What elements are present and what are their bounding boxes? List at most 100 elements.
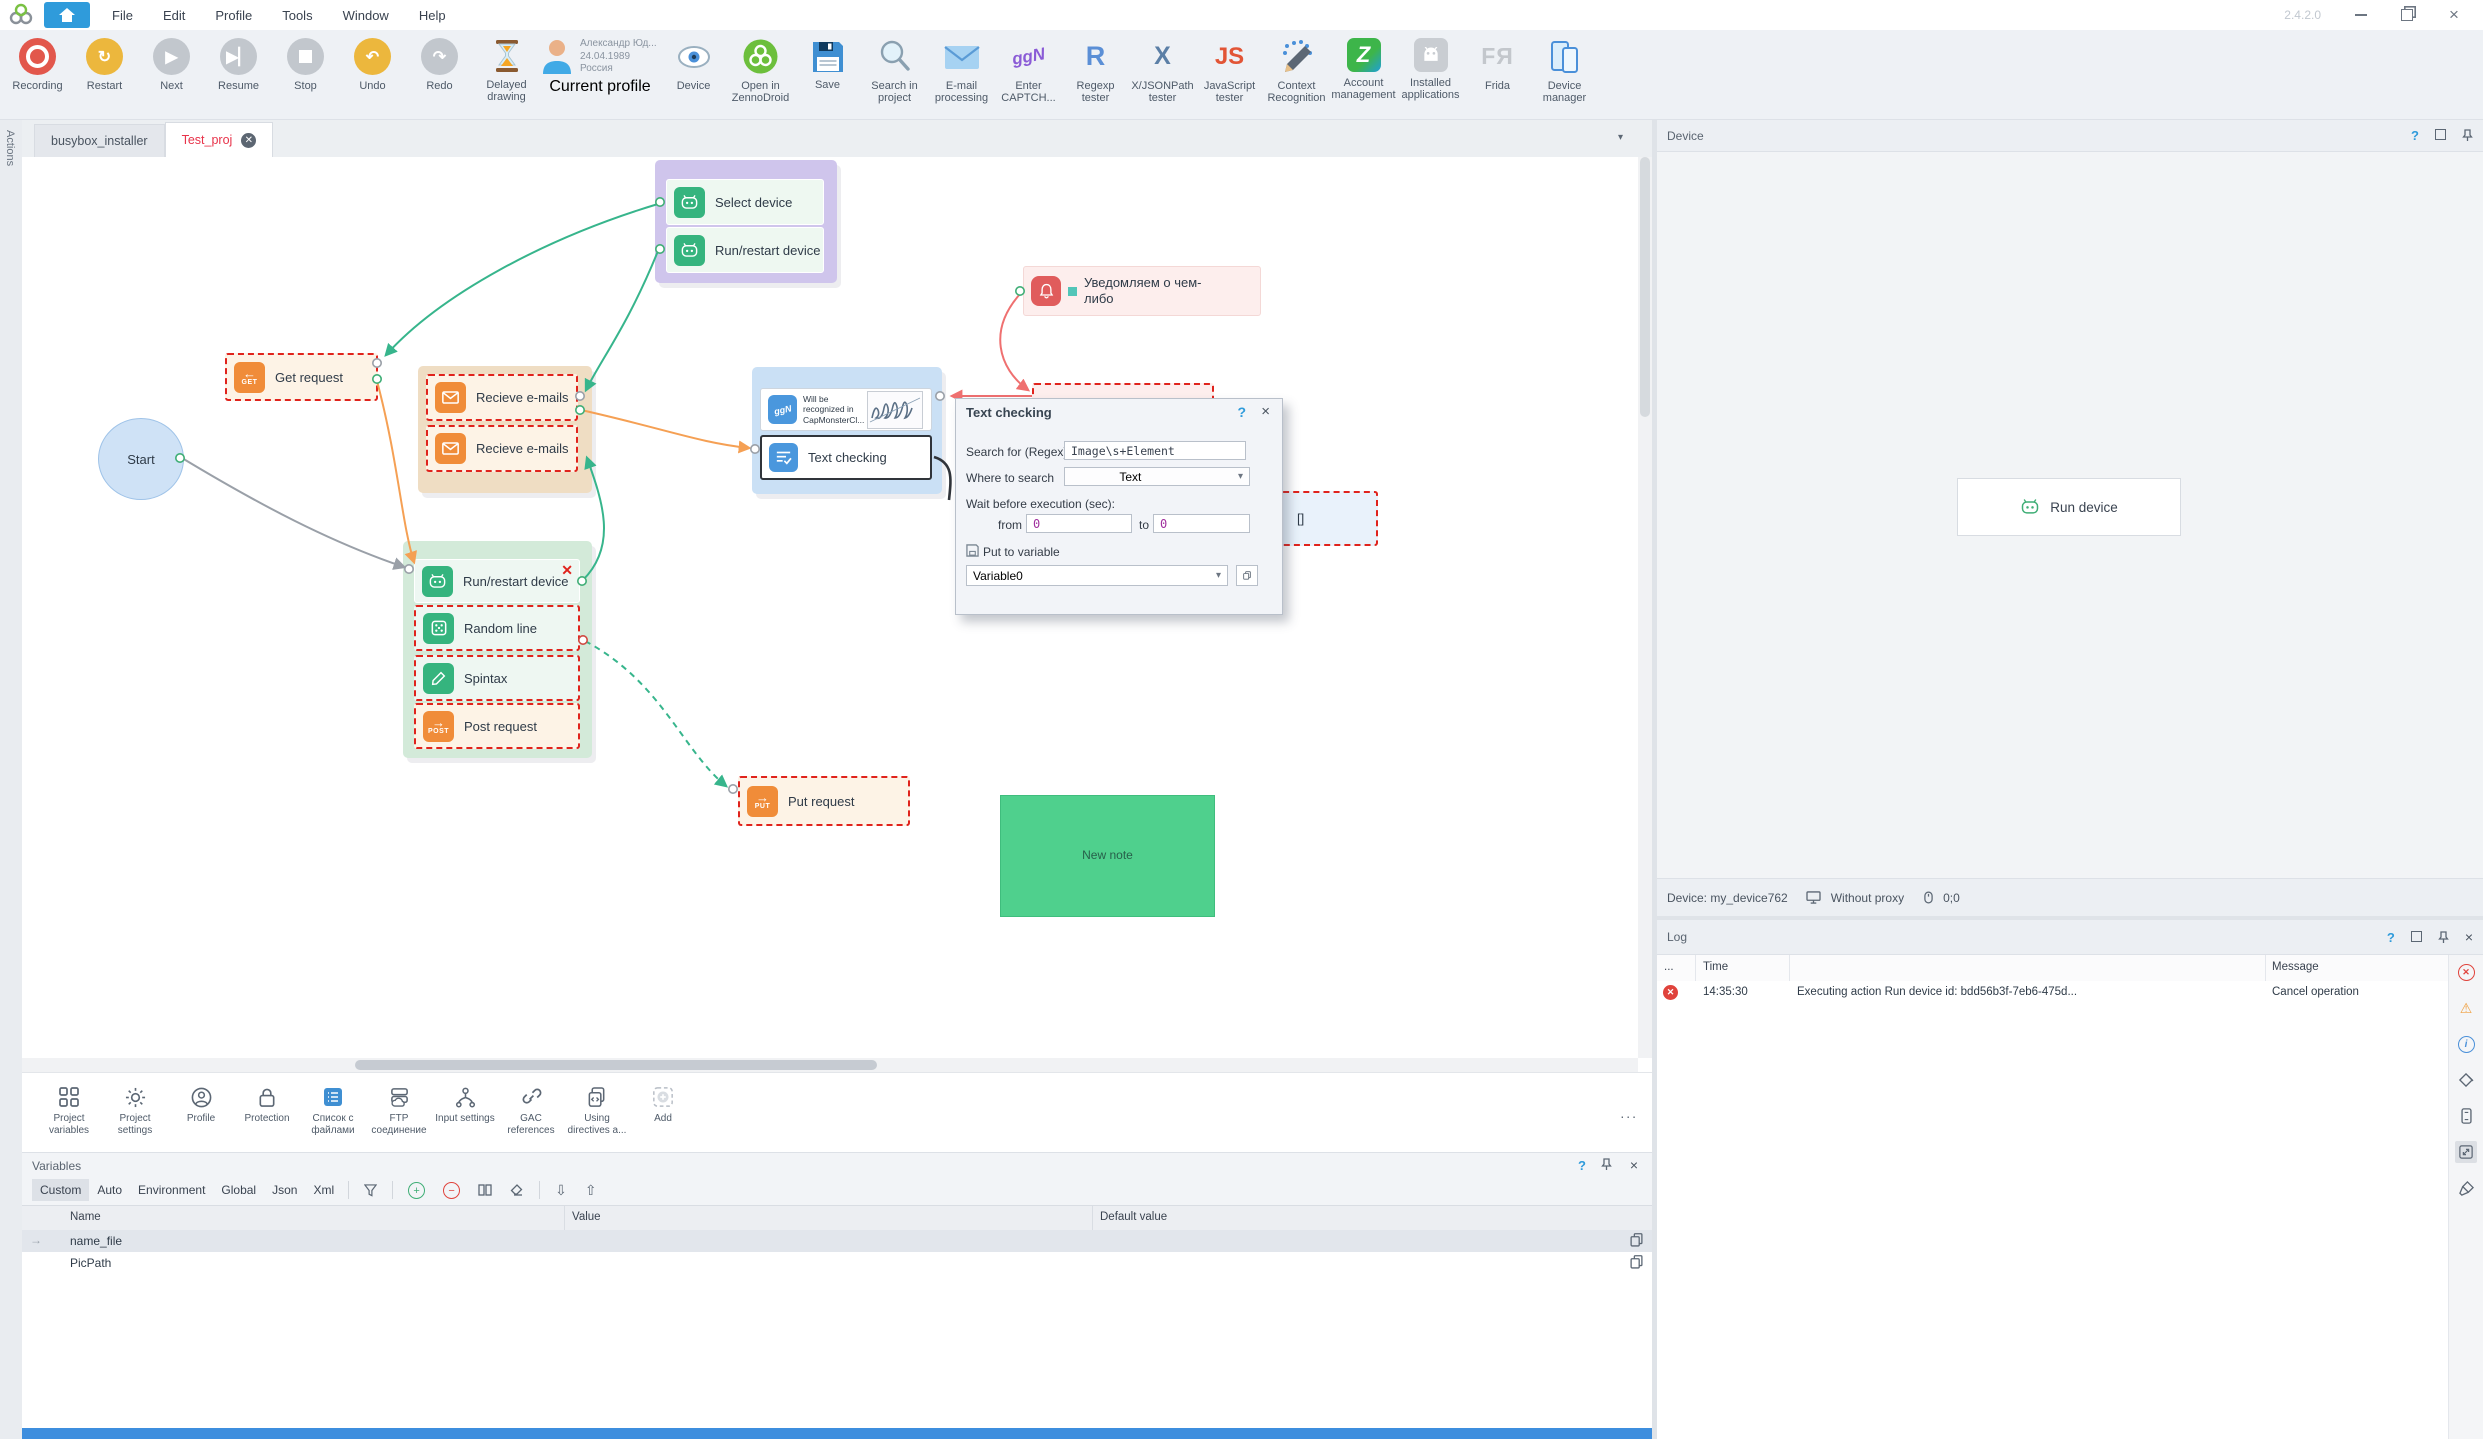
canvas-vertical-scrollbar[interactable]	[1638, 157, 1652, 1058]
text-checking-dialog[interactable]: Text checking ? × Search for (Regex): Im…	[955, 398, 1283, 615]
save-button[interactable]: Save	[794, 30, 861, 91]
node-notification[interactable]: Уведомляем о чем-либо	[1023, 266, 1261, 316]
tab-json[interactable]: Json	[264, 1179, 305, 1201]
file-lists-button[interactable]: Список с файлами	[300, 1073, 366, 1152]
toolbar-more-button[interactable]: ...	[1620, 1105, 1638, 1121]
search-in-project-button[interactable]: Search in project	[861, 30, 928, 105]
tab-busybox-installer[interactable]: busybox_installer	[34, 124, 165, 157]
filter-warnings-icon[interactable]: ⚠	[2455, 997, 2477, 1019]
regex-input[interactable]: Image\s+Element	[1064, 441, 1246, 460]
node-get-request[interactable]: ←GET Get request	[225, 353, 378, 401]
tab-environment[interactable]: Environment	[130, 1179, 213, 1201]
tab-list-dropdown-icon[interactable]: ▾	[1618, 132, 1623, 143]
menu-window[interactable]: Window	[343, 8, 389, 23]
close-icon[interactable]: ×	[1630, 1157, 1638, 1173]
remove-variable-icon[interactable]: −	[434, 1181, 469, 1200]
node-run-restart-device-top[interactable]: Run/restart device	[666, 227, 824, 273]
node-spintax[interactable]: Spintax	[414, 655, 580, 701]
help-icon[interactable]: ?	[2411, 128, 2419, 143]
copy-icon[interactable]	[1630, 1233, 1644, 1247]
columns-icon[interactable]	[469, 1184, 501, 1196]
to-input[interactable]: 0	[1153, 514, 1250, 533]
xjsonpath-tester-button[interactable]: X X/JSONPath tester	[1129, 30, 1196, 105]
copy-variable-button[interactable]	[1236, 565, 1258, 586]
device-manager-button[interactable]: Device manager	[1531, 30, 1598, 105]
tab-close-icon[interactable]: ✕	[241, 133, 256, 148]
node-receive-emails-2[interactable]: Recieve e-mails	[426, 425, 578, 472]
log-row[interactable]: ✕ 14:35:30 Executing action Run device i…	[1657, 981, 2448, 1005]
tab-custom[interactable]: Custom	[32, 1179, 89, 1201]
scrollbar-thumb[interactable]	[1640, 157, 1650, 417]
export-icon[interactable]: ⇧	[576, 1182, 606, 1199]
regexp-tester-button[interactable]: R Regexp tester	[1062, 30, 1129, 105]
pin-icon[interactable]	[1601, 1158, 1612, 1171]
profile-button[interactable]: Profile	[168, 1073, 234, 1152]
home-button[interactable]	[44, 2, 90, 28]
add-variable-icon[interactable]: +	[399, 1181, 434, 1200]
note-box[interactable]: New note	[1000, 795, 1215, 917]
tab-global[interactable]: Global	[213, 1179, 264, 1201]
node-text-checking[interactable]: Text checking	[760, 435, 932, 480]
gac-references-button[interactable]: GAC references	[498, 1073, 564, 1152]
menu-profile[interactable]: Profile	[215, 8, 252, 23]
project-variables-button[interactable]: Project variables	[36, 1073, 102, 1152]
flowchart-canvas[interactable]	[22, 157, 1638, 1058]
canvas-horizontal-scrollbar[interactable]	[22, 1058, 1638, 1072]
import-icon[interactable]: ⇩	[546, 1182, 576, 1199]
node-receive-emails-1[interactable]: Recieve e-mails	[426, 374, 578, 421]
account-management-button[interactable]: Z Account management	[1330, 30, 1397, 102]
protection-button[interactable]: Protection	[234, 1073, 300, 1152]
tab-auto[interactable]: Auto	[89, 1179, 130, 1201]
column-default-value[interactable]: Default value	[1100, 1211, 1167, 1223]
node-select-device[interactable]: Select device	[666, 179, 824, 225]
column-value[interactable]: Value	[572, 1211, 601, 1223]
stop-button[interactable]: Stop	[272, 30, 339, 92]
device-view-button[interactable]: Device	[660, 30, 727, 92]
scrollbar-thumb[interactable]	[355, 1060, 877, 1070]
redo-button[interactable]: ↷ Redo	[406, 30, 473, 92]
input-settings-button[interactable]: Input settings	[432, 1073, 498, 1152]
using-directives-button[interactable]: Using directives a...	[564, 1073, 630, 1152]
installed-applications-button[interactable]: Installed applications	[1397, 30, 1464, 102]
table-row[interactable]: PicPath	[22, 1252, 1652, 1275]
node-run-restart-device[interactable]: Run/restart device ✕	[414, 559, 580, 603]
from-input[interactable]: 0	[1026, 514, 1132, 533]
device-screen-icon[interactable]	[2455, 1105, 2477, 1127]
menu-help[interactable]: Help	[419, 8, 446, 23]
node-random-line[interactable]: Random line	[414, 605, 580, 651]
column-time[interactable]: Time	[1703, 961, 1728, 973]
recording-button[interactable]: Recording	[4, 30, 71, 92]
context-recognition-button[interactable]: Context Recognition	[1263, 30, 1330, 105]
node-empty-list[interactable]: []	[1270, 491, 1378, 546]
clear-log-icon[interactable]	[2455, 1069, 2477, 1091]
table-row[interactable]: → name_file	[22, 1230, 1652, 1253]
node-put-request[interactable]: →PUT Put request	[738, 776, 910, 826]
current-profile-button[interactable]: Александр Юд... 24.04.1989 Россия Curren…	[540, 30, 660, 96]
filter-icon[interactable]	[355, 1184, 386, 1197]
enter-captcha-button[interactable]: ggN Enter CAPTCH...	[995, 30, 1062, 105]
menu-edit[interactable]: Edit	[163, 8, 185, 23]
add-button[interactable]: Add	[630, 1073, 696, 1152]
node-captcha-recognition[interactable]: ggN Will be recognized in CapMonsterCl..…	[760, 388, 932, 431]
close-icon[interactable]: ×	[2465, 929, 2473, 945]
frida-button[interactable]: FЯ Frida	[1464, 30, 1531, 92]
actions-side-strip[interactable]: Actions	[0, 120, 23, 1439]
start-node[interactable]: Start	[98, 418, 184, 500]
copy-icon[interactable]	[1630, 1255, 1644, 1269]
tab-test-proj[interactable]: Test_proj ✕	[165, 122, 274, 157]
eraser-icon[interactable]	[501, 1184, 533, 1196]
close-button[interactable]: ×	[2447, 5, 2461, 25]
project-settings-button[interactable]: Project settings	[102, 1073, 168, 1152]
tab-xml[interactable]: Xml	[305, 1179, 342, 1201]
maximize-button[interactable]	[2401, 9, 2413, 21]
dialog-close-icon[interactable]: ×	[1261, 403, 1270, 420]
clean-brush-icon[interactable]	[2455, 1177, 2477, 1199]
where-select[interactable]: Text ▾	[1064, 467, 1250, 486]
minimize-button[interactable]	[2355, 14, 2367, 16]
variable-select[interactable]: Variable0 ▾	[966, 565, 1228, 586]
help-icon[interactable]: ?	[1578, 1158, 1586, 1173]
filter-errors-icon[interactable]: ✕	[2455, 961, 2477, 983]
undo-button[interactable]: ↶ Undo	[339, 30, 406, 92]
maximize-panel-icon[interactable]	[2411, 930, 2422, 945]
delayed-drawing-button[interactable]: Delayed drawing	[473, 30, 540, 104]
